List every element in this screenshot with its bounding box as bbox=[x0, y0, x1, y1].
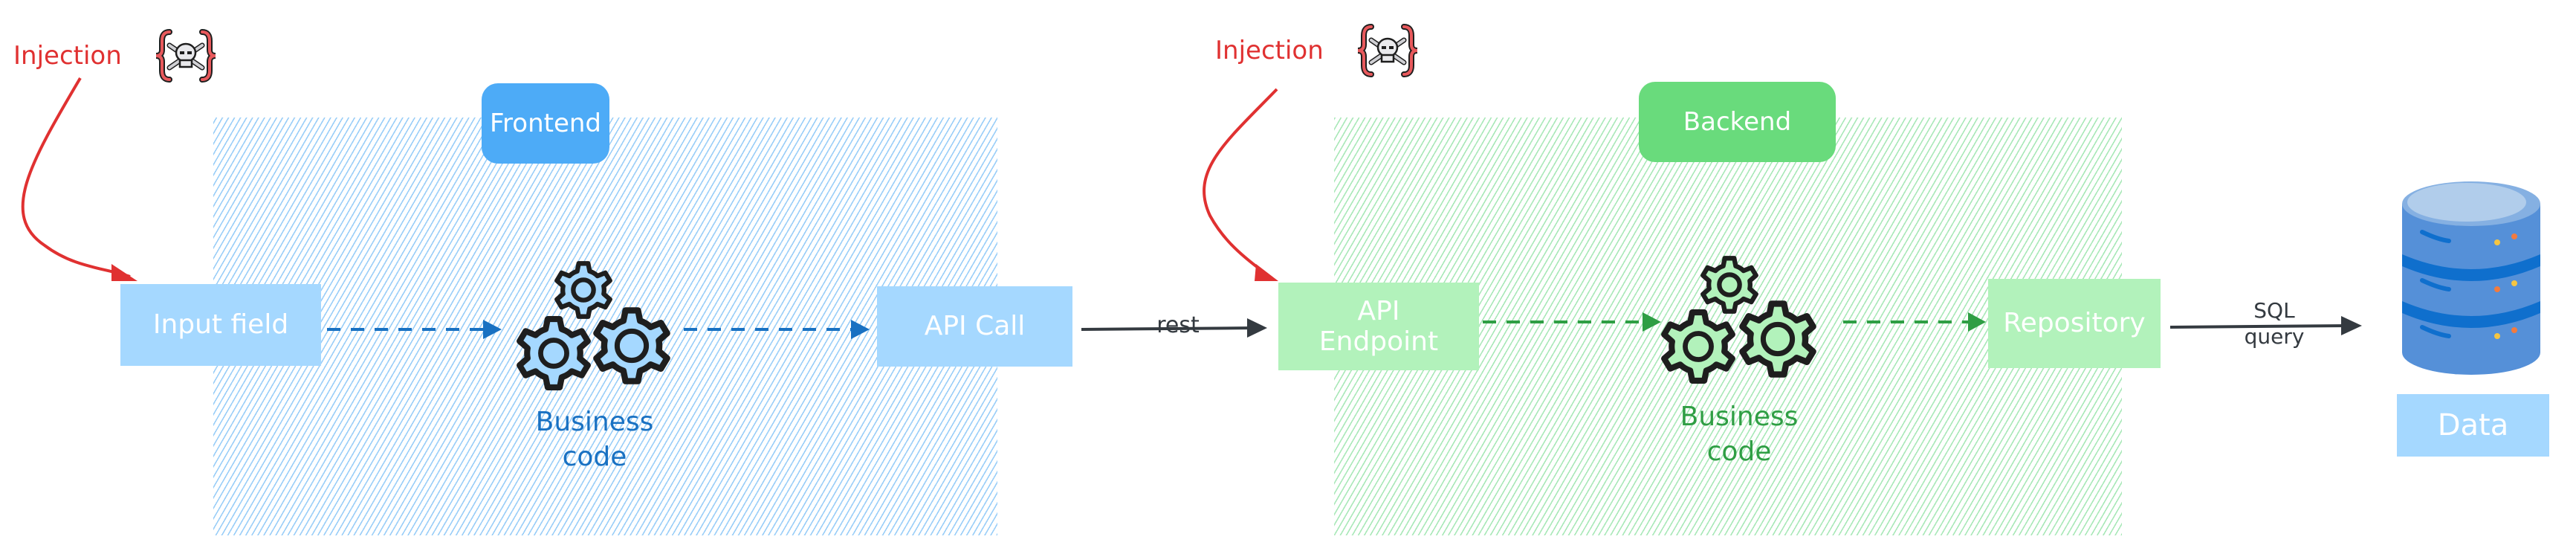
backend-business-code-line2: code bbox=[1706, 436, 1772, 467]
input-field-node[interactable]: Input field bbox=[120, 284, 321, 366]
backend-title: Backend bbox=[1683, 107, 1792, 137]
frontend-title: Frontend bbox=[489, 109, 602, 138]
rest-connector-label: rest bbox=[1141, 312, 1215, 338]
database-icon bbox=[2402, 181, 2540, 375]
backend-business-code-line1: Business bbox=[1680, 402, 1799, 432]
backend-business-code-label: Business code bbox=[1650, 400, 1828, 470]
data-store-label-box: Data bbox=[2397, 394, 2549, 457]
frontend-business-code-label: Business code bbox=[505, 405, 684, 475]
skull-crossbones-braces-icon bbox=[1357, 24, 1418, 77]
data-store-label: Data bbox=[2437, 408, 2509, 442]
input-field-label: Input field bbox=[152, 309, 289, 341]
injection-label-backend: Injection bbox=[1215, 36, 1324, 65]
api-call-node[interactable]: API Call bbox=[877, 286, 1072, 367]
injection-label-frontend: Injection bbox=[13, 41, 122, 71]
injection-arrow-frontend bbox=[21, 77, 137, 281]
api-endpoint-label-line2: Endpoint bbox=[1318, 326, 1439, 357]
backend-title-tag: Backend bbox=[1639, 82, 1836, 162]
sql-query-line2: query bbox=[2244, 324, 2305, 349]
api-endpoint-node[interactable]: API Endpoint bbox=[1278, 283, 1479, 370]
api-endpoint-label-line1: API bbox=[1357, 295, 1400, 326]
sql-query-line1: SQL bbox=[2253, 298, 2295, 323]
frontend-business-code-line1: Business bbox=[535, 407, 654, 437]
frontend-title-tag: Frontend bbox=[482, 83, 609, 164]
repository-node[interactable]: Repository bbox=[1988, 279, 2161, 368]
injection-arrow-backend bbox=[1203, 88, 1278, 281]
skull-crossbones-braces-icon bbox=[155, 29, 216, 83]
frontend-business-code-line2: code bbox=[562, 441, 627, 472]
api-call-label: API Call bbox=[924, 311, 1026, 342]
sql-query-connector-label: SQL query bbox=[2230, 297, 2319, 349]
repository-label: Repository bbox=[2003, 308, 2146, 339]
